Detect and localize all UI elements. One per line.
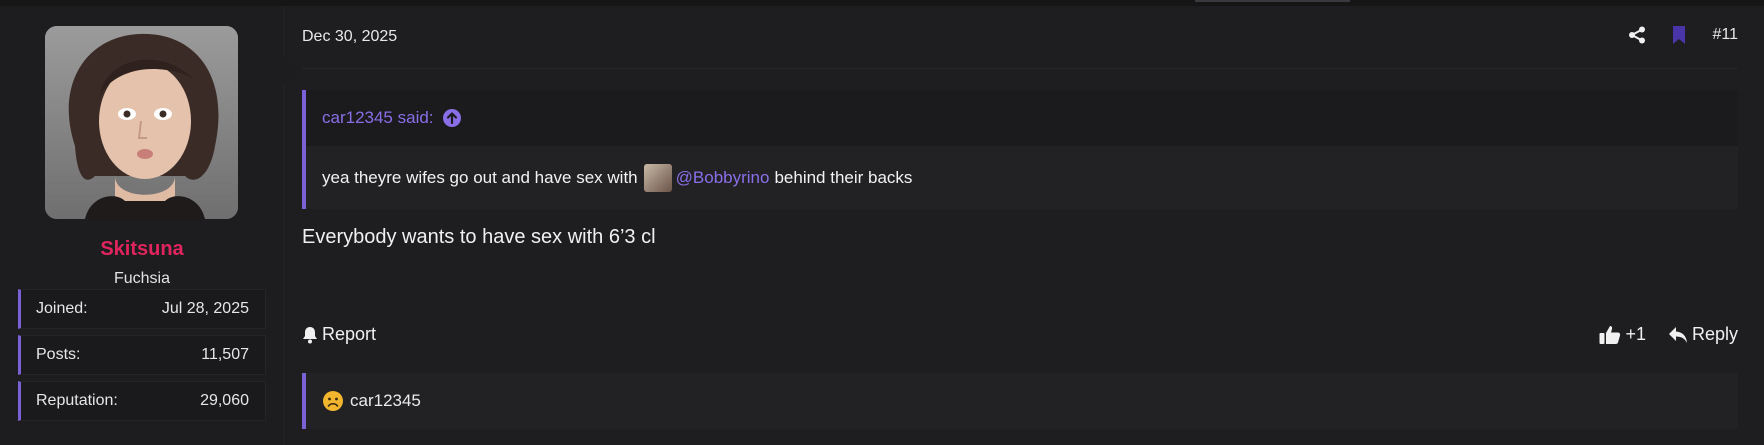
post-date[interactable]: Dec 30, 2025 (302, 28, 397, 46)
like-count: +1 (1625, 324, 1646, 344)
share-icon[interactable] (1628, 26, 1646, 44)
mention-avatar[interactable] (643, 163, 672, 192)
arrow-up-circle-icon[interactable] (442, 108, 462, 128)
post-main: Dec 30, 2025 #11 car12345 said: yea they… (283, 6, 1764, 445)
user-pane: Skitsuna Fuchsia Joined: Jul 28, 2025 Po… (0, 6, 284, 445)
thumbs-up-icon (1599, 325, 1621, 345)
post-tools: #11 (1628, 26, 1738, 44)
post-number[interactable]: #11 (1712, 26, 1738, 44)
stat-label: Reputation: (36, 392, 118, 409)
stat-posts: Posts: 11,507 (18, 335, 266, 375)
stat-value: 29,060 (200, 392, 249, 409)
quote-body: yea theyre wifes go out and have sex wit… (306, 146, 1738, 209)
post-message: Everybody wants to have sex with 6’3 cl (302, 226, 656, 248)
quote-block: car12345 said: yea theyre wifes go out a… (302, 90, 1738, 209)
stat-value: 11,507 (201, 346, 249, 363)
stat-label: Posts: (36, 346, 81, 363)
report-label: Report (322, 324, 377, 344)
mention-link[interactable]: @Bobbyrino (676, 168, 770, 188)
quote-header: car12345 said: (306, 90, 1738, 146)
quote-author[interactable]: car12345 said: (322, 108, 434, 128)
sad-face-icon (322, 390, 344, 412)
reply-icon (1668, 326, 1688, 344)
username[interactable]: Skitsuna (0, 238, 284, 261)
report-button[interactable]: Report (302, 324, 376, 345)
forum-post: Skitsuna Fuchsia Joined: Jul 28, 2025 Po… (0, 6, 1764, 445)
like-button[interactable]: +1 (1599, 324, 1646, 345)
post-pointer (283, 56, 297, 84)
quote-text-after: behind their backs (774, 167, 913, 187)
stat-label: Joined: (36, 300, 88, 317)
stat-reputation: Reputation: 29,060 (18, 381, 266, 421)
reactions-bar[interactable]: car12345 (302, 373, 1738, 429)
reaction-user[interactable]: car12345 (350, 391, 421, 411)
header-divider (302, 68, 1738, 69)
stat-joined: Joined: Jul 28, 2025 (18, 289, 266, 329)
bell-icon (302, 326, 318, 344)
post-actions: Report +1 Reply (302, 324, 1738, 345)
bookmark-icon[interactable] (1672, 26, 1686, 44)
reply-label: Reply (1691, 324, 1738, 344)
user-title: Fuchsia (113, 270, 171, 287)
user-avatar[interactable] (45, 26, 238, 219)
stat-value: Jul 28, 2025 (161, 300, 249, 317)
quote-text-before: yea theyre wifes go out and have sex wit… (322, 167, 638, 187)
reply-button[interactable]: Reply (1668, 324, 1738, 345)
